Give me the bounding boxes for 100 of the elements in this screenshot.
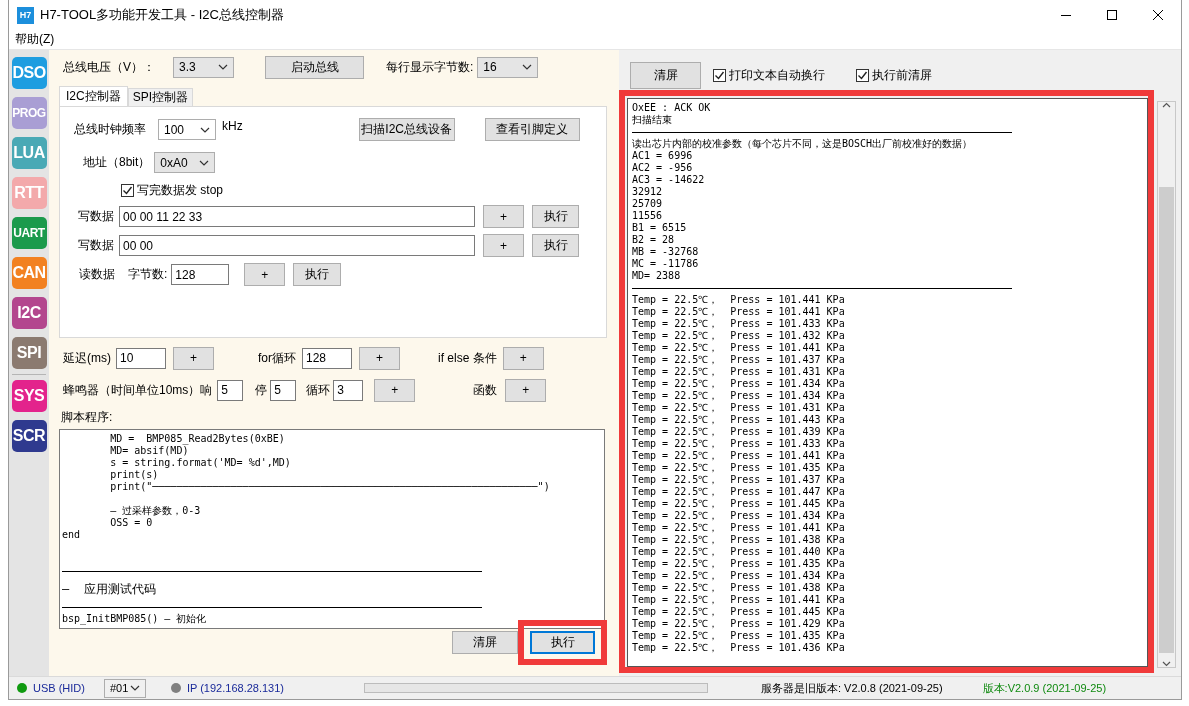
unit-label: kHz (222, 119, 243, 133)
connection-label: USB (HID) (33, 682, 85, 694)
field-label: 写数据 (78, 237, 114, 254)
section-label: 脚本程序: (61, 408, 113, 426)
input-field[interactable]: 128 (302, 347, 352, 369)
code-line: MD = BMP085_Read2Bytes(0xBE) (109, 433, 286, 445)
tab[interactable]: SPI控制器 (127, 88, 194, 106)
button[interactable]: 执行 (532, 205, 579, 228)
code-line: Temp = 22.5℃， Press = 101.434 KPa (632, 570, 846, 582)
tool-button[interactable]: I2C (11, 297, 47, 329)
button[interactable]: 清屏 (452, 631, 518, 654)
scrollbar[interactable] (1157, 101, 1176, 668)
input-field[interactable]: 5 (270, 379, 297, 401)
code-line: B1 = 6515 (632, 222, 688, 234)
input-field[interactable]: 00 00 (119, 235, 475, 256)
button[interactable]: 清屏 (630, 62, 701, 89)
scrollbar-thumb[interactable] (1159, 186, 1174, 653)
tab[interactable]: I2C控制器 (59, 86, 128, 106)
code-line: MC = -11786 (632, 258, 700, 270)
code-line: Temp = 22.5℃， Press = 101.440 KPa (632, 546, 846, 558)
code-editor[interactable] (59, 429, 605, 629)
tool-button[interactable]: UART (11, 217, 47, 249)
input-field[interactable]: 5 (217, 379, 244, 401)
status-text: 服务器是旧版本: V2.0.8 (2021-09-25) (761, 680, 943, 696)
code-line: AC1 = 6996 (632, 150, 694, 162)
code-line: Temp = 22.5℃， Press = 101.435 KPa (632, 630, 846, 642)
code-line: 32912 (632, 186, 664, 198)
button[interactable]: + (244, 263, 286, 286)
input-field[interactable]: 128 (171, 264, 230, 285)
code-line: 11556 (632, 210, 664, 222)
code-line: — 应用测试代码 (62, 581, 157, 598)
version-text: 版本:V2.0.9 (2021-09-25) (982, 680, 1107, 696)
code-line: OSS = 0 (109, 517, 154, 529)
button[interactable]: 查看引脚定义 (484, 118, 580, 141)
code-line: B2 = 28 (632, 234, 676, 246)
button[interactable]: + (483, 205, 524, 228)
button[interactable]: 执行 (532, 234, 579, 257)
checkbox[interactable]: 执行前清屏 (856, 67, 932, 84)
field-label: for循环 (258, 349, 296, 367)
input-field[interactable]: 3 (333, 379, 364, 401)
button[interactable]: + (502, 346, 544, 370)
button[interactable]: + (173, 346, 214, 370)
caret-icon (522, 64, 533, 70)
caret-icon (200, 126, 210, 133)
code-line: Temp = 22.5℃， Press = 101.441 KPa (632, 294, 846, 306)
code-line: Temp = 22.5℃， Press = 101.441 KPa (632, 306, 846, 318)
code-line: Temp = 22.5℃， Press = 101.443 KPa (632, 414, 846, 426)
code-line: Temp = 22.5℃， Press = 101.432 KPa (632, 330, 846, 342)
code-line: Temp = 22.5℃， Press = 101.437 KPa (632, 474, 846, 486)
app-icon: H7 (17, 6, 34, 24)
code-line: Temp = 22.5℃， Press = 101.431 KPa (632, 402, 846, 414)
button[interactable]: + (359, 346, 400, 370)
field-label: 每行显示字节数: (386, 58, 474, 76)
tool-button[interactable]: SPI (11, 337, 47, 369)
code-line: s = string.format('MD= %d',MD) (109, 457, 292, 469)
code-line: Temp = 22.5℃， Press = 101.433 KPa (632, 438, 846, 450)
tool-button[interactable]: SYS (11, 380, 47, 412)
field-label: 函数 (473, 381, 498, 399)
tool-button[interactable]: SCR (11, 420, 47, 452)
code-line: Temp = 22.5℃， Press = 101.439 KPa (632, 426, 846, 438)
code-line: — 过采样参数，0-3 (109, 505, 202, 517)
code-line: Temp = 22.5℃， Press = 101.437 KPa (632, 354, 846, 366)
code-line: Temp = 22.5℃， Press = 101.429 KPa (632, 618, 846, 630)
input-field[interactable]: 10 (116, 347, 166, 369)
input-field[interactable]: 00 00 11 22 33 (119, 206, 475, 227)
button[interactable]: 执行 (293, 263, 342, 286)
dropdown[interactable]: 0xA0 (154, 152, 216, 173)
code-line: Temp = 22.5℃， Press = 101.433 KPa (632, 318, 846, 330)
dropdown[interactable]: 100 (158, 119, 216, 140)
field-label: 地址（8bit） (83, 154, 151, 171)
button[interactable]: 执行 (530, 631, 595, 654)
button[interactable]: + (505, 378, 547, 402)
field-label: 写数据 (78, 208, 114, 225)
button[interactable]: + (374, 378, 416, 402)
code-line: Temp = 22.5℃， Press = 101.441 KPa (632, 594, 846, 606)
code-line: Temp = 22.5℃， Press = 101.438 KPa (632, 534, 846, 546)
dropdown[interactable]: 16 (477, 56, 539, 78)
button[interactable]: 启动总线 (265, 55, 364, 79)
button[interactable]: 扫描I2C总线设备 (358, 118, 455, 141)
check-icon (122, 185, 133, 196)
menu-item[interactable]: 帮助(Z) (15, 31, 55, 48)
button[interactable]: + (483, 234, 524, 257)
checkbox[interactable]: 打印文本自动换行 (713, 67, 825, 84)
dropdown[interactable]: #01 (103, 678, 146, 698)
caret-icon (129, 685, 140, 691)
field-label: 停 (255, 381, 268, 399)
code-line: print("────────────────────────────────────────────────────────────────") (109, 481, 551, 493)
code-line: MD= 2388 (632, 270, 682, 282)
checkbox[interactable]: 写完数据发 stop (121, 182, 223, 199)
code-line: Temp = 22.5℃， Press = 101.441 KPa (632, 450, 846, 462)
dropdown[interactable]: 3.3 (173, 56, 234, 78)
code-line: Temp = 22.5℃， Press = 101.445 KPa (632, 498, 846, 510)
code-line: AC2 = -956 (632, 162, 694, 174)
check-icon (714, 70, 725, 81)
code-line: Temp = 22.5℃， Press = 101.434 KPa (632, 390, 846, 402)
code-line: AC3 = -14622 (632, 174, 706, 186)
field-label: 总线电压（V）： (63, 58, 155, 76)
code-line: Temp = 22.5℃， Press = 101.436 KPa (632, 642, 846, 654)
field-label: 循环 (306, 381, 331, 399)
code-line: print(s) (109, 469, 160, 481)
